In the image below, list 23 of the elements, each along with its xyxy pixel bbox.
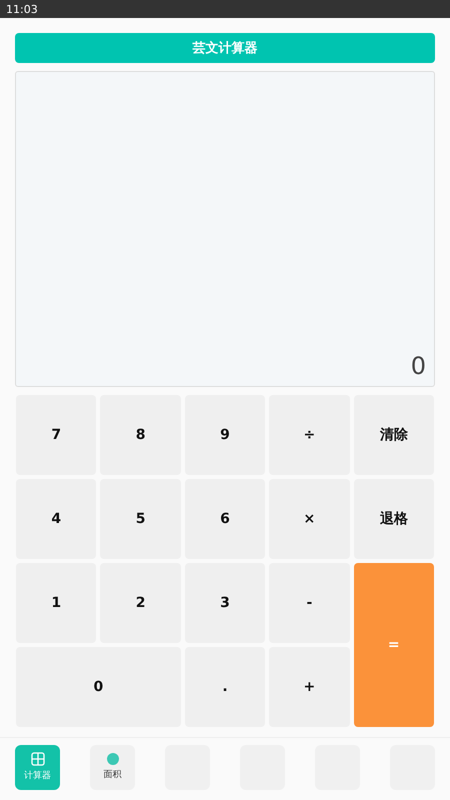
calculator-key[interactable]: 2 (100, 563, 181, 643)
calculator-key[interactable]: 6 (184, 479, 266, 559)
calculator-key[interactable]: 7 (16, 395, 96, 475)
calculator-key[interactable]: 退格 (354, 479, 434, 559)
calculator-key[interactable]: 9 (184, 395, 266, 475)
calculator-key[interactable]: 8 (100, 395, 181, 475)
grid-icon (30, 752, 44, 766)
calculator-key[interactable]: . (184, 647, 266, 727)
nav-tab[interactable]: 面积 (90, 744, 135, 790)
calculator-key[interactable]: 3 (184, 563, 266, 643)
calculator-key[interactable]: - (269, 563, 350, 643)
calculator-key[interactable]: 0 (16, 647, 181, 727)
calculator-key[interactable]: 4 (16, 479, 96, 559)
circle-icon (106, 753, 118, 765)
app-title: 芸文计算器 (15, 33, 435, 63)
result-value: 0 (410, 352, 426, 380)
calculator-key[interactable]: ÷ (269, 395, 350, 475)
calculator-key[interactable]: 清除 (354, 395, 434, 475)
calculator-key[interactable]: × (269, 479, 350, 559)
calculator-key[interactable]: + (269, 647, 350, 727)
calculator-key[interactable]: 1 (16, 563, 96, 643)
calculator-key[interactable]: 5 (100, 479, 181, 559)
status-time: 11:03 (6, 2, 38, 16)
